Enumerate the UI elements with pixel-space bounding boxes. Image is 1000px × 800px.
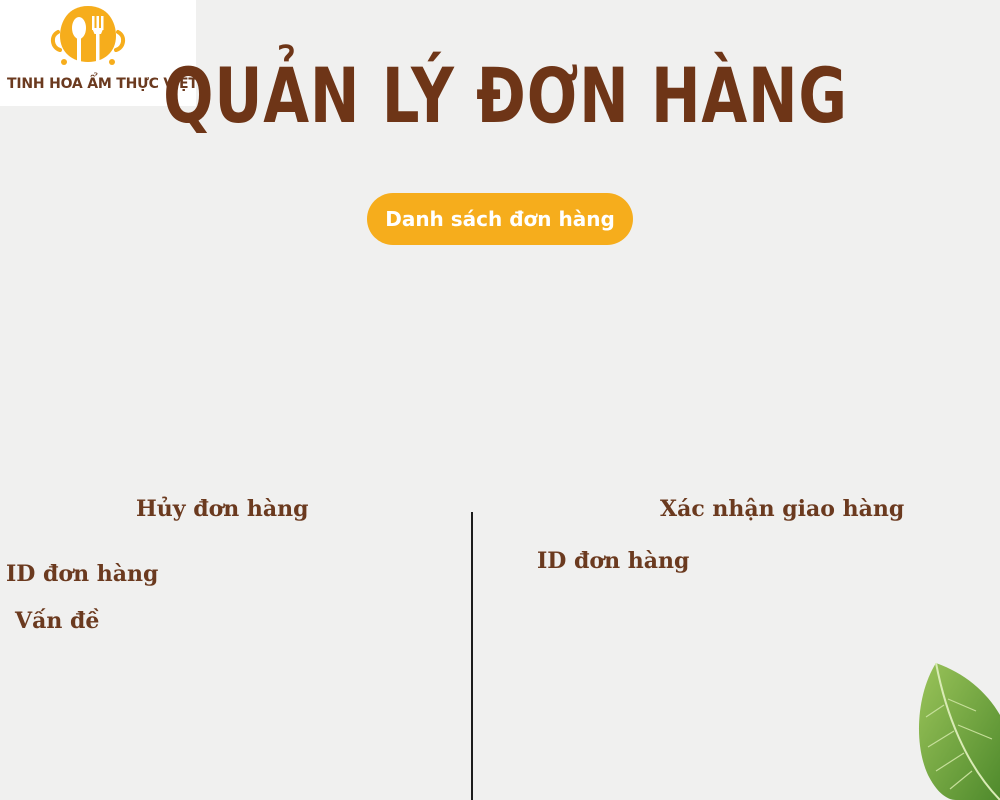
page-title: QUẢN LÝ ĐƠN HÀNG [163, 51, 848, 140]
confirm-delivery-heading: Xác nhận giao hàng [660, 496, 905, 522]
cancel-order-id-label: ID đơn hàng [6, 561, 159, 587]
cancel-order-heading: Hủy đơn hàng [136, 496, 309, 522]
section-divider [471, 512, 473, 800]
cancel-issue-label: Vấn đề [15, 608, 100, 634]
order-list-button[interactable]: Danh sách đơn hàng [367, 193, 633, 245]
confirm-order-id-label: ID đơn hàng [537, 548, 690, 574]
leaf-icon [918, 662, 1000, 800]
